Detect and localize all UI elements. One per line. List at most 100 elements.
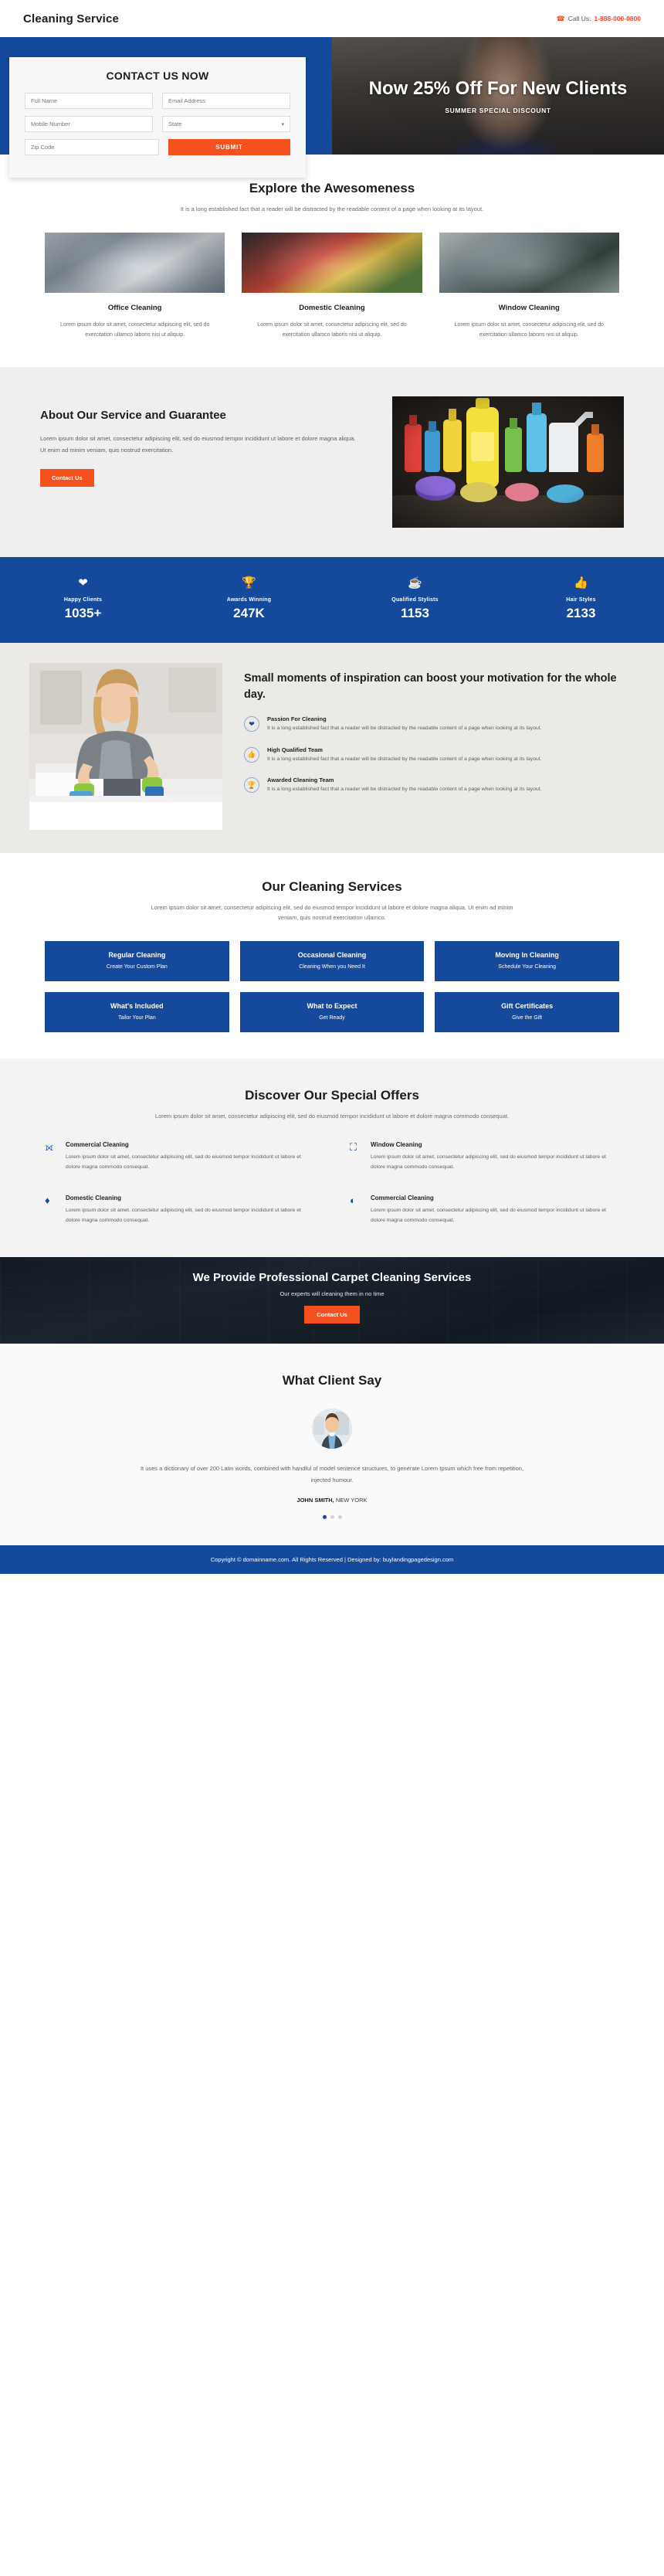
carousel-dots xyxy=(0,1515,664,1519)
submit-button[interactable]: SUBMIT xyxy=(168,139,290,155)
feature-item: 👍 High Qualified Team It is a long estab… xyxy=(244,746,635,765)
hero-copy: Now 25% Off For New Clients SUMMER SPECI… xyxy=(332,37,664,155)
card-text: Lorem ipsum dolor sit amet, consectetur … xyxy=(454,322,604,338)
thumbs-up-icon: 👍 xyxy=(574,576,588,590)
offer-text: Lorem ipsum dolor sit amet, consectetur … xyxy=(66,1208,301,1224)
carousel-dot-3[interactable] xyxy=(337,1515,342,1519)
service-tile-occasional-cleaning[interactable]: Occasional Cleaning Cleaning When you Ne… xyxy=(239,941,425,982)
card-title: Window Cleaning xyxy=(498,304,560,313)
phone-number[interactable]: 1-888-000-0800 xyxy=(595,15,642,22)
card-title: Office Cleaning xyxy=(107,304,162,313)
call-us-block: ☎ Call Us: 1-888-000-0800 xyxy=(557,15,641,23)
cta-content: We Provide Professional Carpet Cleaning … xyxy=(0,1257,664,1324)
domestic-cleaning-image xyxy=(242,233,422,294)
stat-value: 1153 xyxy=(401,606,429,620)
stat-label: Hair Styles xyxy=(566,597,596,603)
copyright-text: Copyright © domainname.com. All Rights R… xyxy=(210,1556,454,1563)
offer-item: ⛶ Window Cleaning Lorem ipsum dolor sit … xyxy=(350,1141,619,1173)
inspiration-image xyxy=(29,663,222,830)
services-section: Our Cleaning Services Lorem ipsum dolor … xyxy=(0,853,664,1059)
tile-sub: Get Ready xyxy=(319,1015,345,1021)
inspiration-content: Small moments of inspiration can boost y… xyxy=(244,663,635,830)
service-tile-moving-in-cleaning[interactable]: Moving In Cleaning Schedule Your Cleanin… xyxy=(435,941,619,982)
about-inner: About Our Service and Guarantee Lorem ip… xyxy=(0,396,664,528)
cta-title: We Provide Professional Carpet Cleaning … xyxy=(192,1271,472,1284)
client-photo xyxy=(312,1409,352,1449)
offer-text: Lorem ipsum dolor sit amet, consectetur … xyxy=(371,1208,606,1224)
thumbs-up-icon: 👍 xyxy=(244,746,259,763)
cta-banner: We Provide Professional Carpet Cleaning … xyxy=(0,1257,664,1344)
page-root: Cleaning Service ☎ Call Us: 1-888-000-08… xyxy=(0,0,664,1574)
offers-section: Discover Our Special Offers Lorem ipsum … xyxy=(0,1059,664,1257)
service-tile-what-to-expect[interactable]: What to Expect Get Ready xyxy=(239,992,425,1033)
full-name-input[interactable]: Full Name xyxy=(25,93,153,109)
pie-chart-icon: ◐ xyxy=(350,1195,356,1207)
service-card[interactable]: Window Cleaning Lorem ipsum dolor sit am… xyxy=(439,233,619,341)
cta-contact-us-button[interactable]: Contact Us xyxy=(304,1306,360,1324)
mobile-number-input[interactable]: Mobile Number xyxy=(25,116,153,132)
inspiration-title: Small moments of inspiration can boost y… xyxy=(244,672,617,702)
form-row-1: Full Name Email Address xyxy=(25,93,290,109)
shuffle-icon: ⟗ xyxy=(45,1141,54,1154)
tile-title: What to Expect xyxy=(307,1002,357,1011)
tile-sub: Schedule Your Cleaning xyxy=(498,964,557,970)
diamond-icon: ♦ xyxy=(45,1195,50,1207)
offer-item: ⟗ Commercial Cleaning Lorem ipsum dolor … xyxy=(45,1141,314,1173)
service-tile-gift-certificates[interactable]: Gift Certificates Give the Gift xyxy=(435,992,619,1033)
offer-title: Commercial Cleaning xyxy=(371,1195,434,1202)
tile-title: Gift Certificates xyxy=(501,1002,554,1011)
brand-logo[interactable]: Cleaning Service xyxy=(23,12,119,25)
service-tile-regular-cleaning[interactable]: Regular Cleaning Create Your Custom Plan xyxy=(45,941,229,982)
hero-banner: Now 25% Off For New Clients SUMMER SPECI… xyxy=(0,37,664,178)
stat-label: Awards Winning xyxy=(226,597,272,603)
feature-title: High Qualified Team xyxy=(267,746,323,753)
testimonial-author: JOHN SMITH, xyxy=(296,1497,334,1504)
contact-form-card: CONTACT US NOW Full Name Email Address M… xyxy=(9,57,306,178)
stats-bar: ❤ Happy Clients 1035+ 🏆 Awards Winning 2… xyxy=(0,557,664,643)
carousel-dot-2[interactable] xyxy=(330,1515,334,1519)
tile-title: What's Included xyxy=(110,1002,164,1011)
service-card[interactable]: Domestic Cleaning Lorem ipsum dolor sit … xyxy=(242,233,422,341)
offer-text: Lorem ipsum dolor sit amet, consectetur … xyxy=(66,1154,301,1171)
tile-sub: Create Your Custom Plan xyxy=(106,964,168,970)
hero-headline: Now 25% Off For New Clients xyxy=(368,77,628,99)
cta-sub: Our experts will cleaning them in no tim… xyxy=(279,1290,385,1297)
offers-title: Discover Our Special Offers xyxy=(245,1088,419,1103)
state-select[interactable]: State ▾ xyxy=(162,116,290,132)
card-text: Lorem ipsum dolor sit amet, consectetur … xyxy=(257,322,407,338)
carousel-dot-1[interactable] xyxy=(322,1515,327,1519)
tile-title: Regular Cleaning xyxy=(108,951,166,960)
tile-sub: Give the Gift xyxy=(512,1015,543,1021)
explore-desc: It is a long established fact that a rea… xyxy=(180,206,484,212)
tile-title: Moving In Cleaning xyxy=(495,951,559,960)
service-tile-whats-included[interactable]: What's Included Tailor Your Plan xyxy=(45,992,229,1033)
chevron-down-icon: ▾ xyxy=(281,121,284,127)
stat-value: 247K xyxy=(233,606,265,620)
office-cleaning-image xyxy=(45,233,225,294)
about-text: Lorem ipsum dolor sit amet, consectetur … xyxy=(40,435,356,454)
offer-item: ♦ Domestic Cleaning Lorem ipsum dolor si… xyxy=(45,1195,314,1226)
stat-value: 2133 xyxy=(566,606,596,620)
about-contact-us-button[interactable]: Contact Us xyxy=(40,469,94,488)
feature-item: 🏆 Awarded Cleaning Team It is a long est… xyxy=(244,777,635,795)
feature-text: It is a long established fact that a rea… xyxy=(267,787,542,793)
site-header: Cleaning Service ☎ Call Us: 1-888-000-08… xyxy=(0,0,664,37)
about-title: About Our Service and Guarantee xyxy=(40,409,226,422)
window-cleaning-image xyxy=(439,233,619,294)
window-icon: ⛶ xyxy=(350,1141,357,1154)
card-text: Lorem ipsum dolor sit amet, consectetur … xyxy=(59,322,210,338)
about-image xyxy=(392,396,624,528)
offer-text: Lorem ipsum dolor sit amet, consectetur … xyxy=(371,1154,606,1171)
explore-cards: Office Cleaning Lorem ipsum dolor sit am… xyxy=(0,233,664,341)
hero-image: Now 25% Off For New Clients SUMMER SPECI… xyxy=(332,37,664,155)
zip-code-input[interactable]: Zip Code xyxy=(25,139,159,155)
state-select-value: State xyxy=(168,121,182,127)
testimonial-quote: It uses a dictionary of over 200 Latin w… xyxy=(140,1465,524,1483)
testimonial-title: What Client Say xyxy=(282,1373,382,1388)
service-card[interactable]: Office Cleaning Lorem ipsum dolor sit am… xyxy=(45,233,225,341)
trophy-icon: 🏆 xyxy=(244,777,259,794)
email-input[interactable]: Email Address xyxy=(162,93,290,109)
heart-icon: ❤ xyxy=(244,716,259,732)
hero-subline: SUMMER SPECIAL DISCOUNT xyxy=(445,107,551,115)
offer-title: Window Cleaning xyxy=(371,1141,422,1149)
